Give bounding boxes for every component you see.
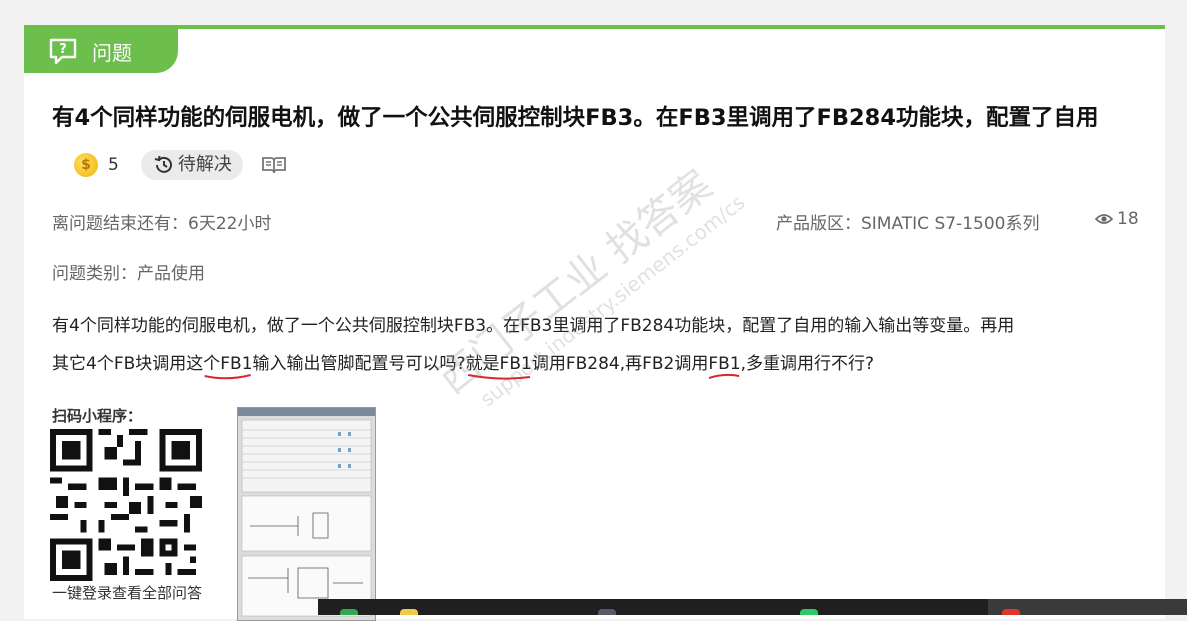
question-card: ? 问题 有4个同样功能的伺服电机，做了一个公共伺服控制块FB3。在FB3里调用…: [24, 25, 1165, 621]
taskbar-app-icon[interactable]: [340, 609, 358, 615]
question-category: 问题类别：产品使用: [52, 264, 205, 284]
qr-code: [50, 429, 202, 581]
qr-caption[interactable]: 一键登录查看全部问答: [52, 582, 202, 603]
coin-count: 5: [108, 154, 119, 175]
taskbar-chat-icon[interactable]: [800, 609, 818, 615]
taskbar-folder-icon[interactable]: [400, 609, 418, 615]
body-text-segment: ,多重调用行不行?: [740, 354, 875, 374]
body-text-segment: 其它4个FB块调用这: [52, 354, 204, 374]
scan-label: 扫码小程序：: [52, 407, 143, 425]
underlined-fb1-call: 就是FB1: [465, 354, 532, 380]
attachment-thumbnail[interactable]: [237, 407, 376, 621]
red-underline: [467, 374, 530, 380]
title-text: 有4个同样功能的伺服电机，做了一个公共伺服控制块FB3。在FB3里调用了FB28…: [52, 105, 1099, 131]
red-underline: [204, 374, 252, 380]
question-tag: ? 问题: [24, 29, 178, 73]
product-area: 产品版区：SIMATIC S7-1500系列: [776, 214, 1040, 234]
body-text-segment: 输入输出管脚配置号可以吗?: [252, 354, 466, 374]
taskbar-browser-icon[interactable]: [1002, 609, 1020, 615]
status-badge: 待解决: [140, 149, 243, 180]
status-label: 待解决: [177, 153, 232, 175]
underlined-text: FB1: [708, 354, 741, 374]
book-icon[interactable]: [261, 155, 287, 175]
underlined-text: 就是FB1: [465, 354, 532, 374]
question-bubble-icon: ?: [49, 38, 77, 65]
view-count: 18: [1095, 209, 1139, 229]
history-icon: [154, 155, 172, 173]
views-value: 18: [1117, 209, 1139, 229]
question-body: 有4个同样功能的伺服电机，做了一个公共伺服控制块FB3。在FB3里调用了FB28…: [52, 307, 1142, 383]
body-line-1: 有4个同样功能的伺服电机，做了一个公共伺服控制块FB3。在FB3里调用了FB28…: [52, 316, 1015, 336]
question-title: 有4个同样功能的伺服电机，做了一个公共伺服控制块FB3。在FB3里调用了FB28…: [52, 95, 1142, 188]
underlined-text: 个FB1: [203, 354, 253, 374]
eye-icon: [1095, 214, 1113, 224]
taskbar: [318, 599, 1187, 615]
remaining-time: 离问题结束还有：6天22小时: [52, 214, 272, 234]
underlined-fb1-second: FB1: [708, 354, 741, 379]
body-text-segment: 调用FB284,再FB2调用: [531, 354, 709, 374]
body-line-2: 其它4个FB块调用这个FB1 输入输出管脚配置号可以吗?就是FB1 调用FB284,…: [52, 345, 1142, 383]
red-underline: [709, 373, 740, 379]
tag-label: 问题: [92, 40, 132, 65]
svg-text:?: ?: [59, 42, 67, 57]
taskbar-app-icon[interactable]: [598, 609, 616, 615]
title-meta: $ 5 待解决: [52, 142, 287, 188]
coin-icon: $: [74, 152, 98, 177]
underlined-fb1: 个FB1: [203, 354, 253, 380]
